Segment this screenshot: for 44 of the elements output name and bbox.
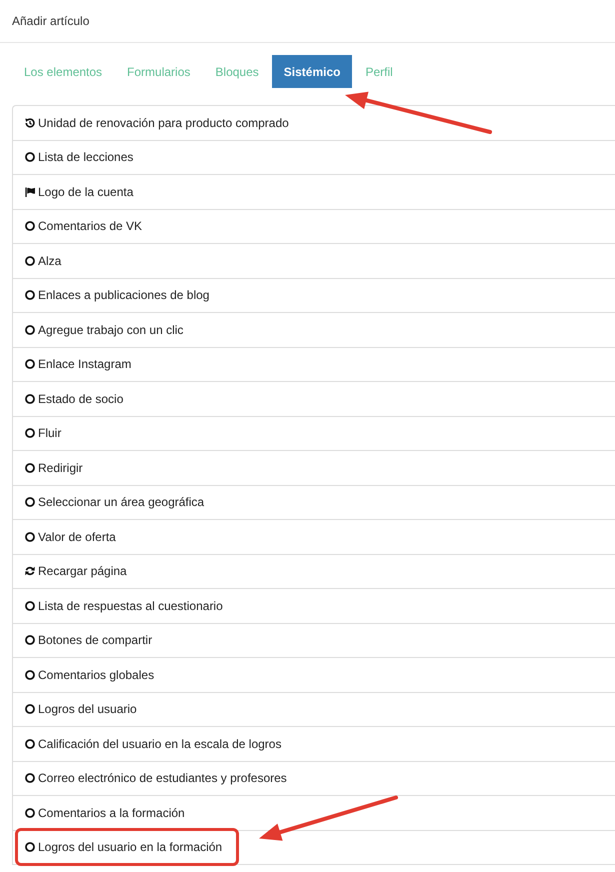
circle-icon <box>25 497 35 508</box>
history-icon <box>25 118 35 128</box>
list-item[interactable]: Lista de respuestas al cuestionario <box>13 589 615 624</box>
circle-icon <box>25 324 35 335</box>
circle-icon <box>25 670 35 680</box>
list-item[interactable]: Calificación del usuario en la escala de logros <box>13 727 615 762</box>
list-item[interactable]: Alza <box>13 244 615 278</box>
page-title: Añadir artículo <box>12 14 90 28</box>
list-item[interactable]: Enlace Instagram <box>13 348 615 382</box>
circle-icon <box>25 635 35 646</box>
list-item[interactable]: Estado de socio <box>13 382 615 416</box>
circle-icon <box>25 532 35 542</box>
circle-icon <box>25 359 35 370</box>
list-item[interactable]: Unidad de renovación para producto comprado <box>13 106 615 140</box>
list-item[interactable]: Redirigir <box>13 451 615 486</box>
list-item[interactable]: Seleccionar un área geográfica <box>13 486 615 520</box>
refresh-icon <box>25 566 35 576</box>
list-item[interactable]: Enlaces a publicaciones de blog <box>13 278 615 313</box>
list-item[interactable]: Logo de la cuenta <box>13 175 615 210</box>
circle-icon <box>25 773 35 784</box>
circle-icon <box>25 221 35 232</box>
circle-icon <box>25 394 35 404</box>
circle-icon <box>25 808 35 818</box>
circle-icon <box>25 152 35 162</box>
circle-icon <box>25 738 35 749</box>
circle-icon <box>25 290 35 300</box>
circle-icon <box>25 428 35 438</box>
list-item[interactable]: Fluir <box>13 416 615 451</box>
circle-icon <box>25 462 35 473</box>
list-item[interactable]: Valor de oferta <box>13 520 615 554</box>
flag-icon <box>25 186 35 197</box>
list-item[interactable]: Logros del usuario <box>13 692 615 727</box>
circle-icon <box>25 600 35 611</box>
list-item[interactable]: Correo electrónico de estudiantes y profesores <box>13 762 615 796</box>
list-item[interactable]: Botones de compartir <box>13 624 615 658</box>
list-item[interactable]: Comentarios globales <box>13 658 615 692</box>
circle-icon <box>25 256 35 266</box>
circle-icon <box>25 842 35 852</box>
list-item[interactable]: Lista de lecciones <box>13 140 615 175</box>
list-item[interactable]: Comentarios de VK <box>13 210 615 244</box>
tab[interactable]: Sistémico <box>272 55 352 88</box>
circle-icon <box>25 704 35 714</box>
list-item[interactable]: Agregue trabajo con un clic <box>13 313 615 348</box>
list-item[interactable]: Recargar página <box>13 554 615 589</box>
